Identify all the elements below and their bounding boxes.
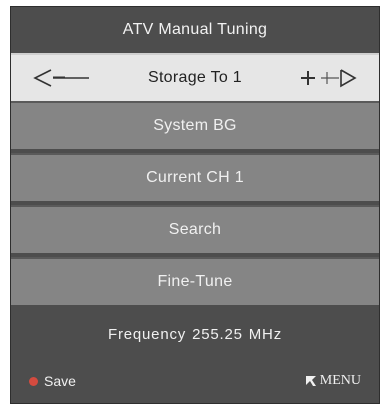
- menu-footer: Save MENU: [11, 363, 379, 399]
- frequency-value: 255.25: [192, 325, 243, 343]
- menu-item-label: Storage To 1: [147, 69, 243, 86]
- plus-arrow-right-icon[interactable]: [297, 67, 359, 89]
- red-dot-icon: [29, 376, 38, 386]
- menu-title: ATV Manual Tuning: [122, 21, 268, 38]
- menu-label: MENU: [319, 373, 361, 388]
- frequency-unit: MHz: [248, 325, 282, 343]
- frequency-label: Frequency: [108, 325, 187, 343]
- menu-button[interactable]: MENU: [305, 373, 361, 389]
- save-label: Save: [44, 373, 76, 389]
- menu-item-system[interactable]: System BG: [11, 101, 379, 149]
- menu-item-label: Search: [168, 221, 222, 238]
- menu-item-label: Current CH 1: [146, 169, 244, 186]
- menu-item-search[interactable]: Search: [11, 205, 379, 253]
- atv-manual-tuning-menu: ATV Manual Tuning Storage To 1 System BG…: [10, 6, 380, 404]
- menu-item-storage[interactable]: Storage To 1: [11, 53, 379, 101]
- menu-item-label: System BG: [153, 117, 237, 134]
- menu-item-current-ch[interactable]: Current CH 1: [11, 153, 379, 201]
- menu-item-label: Fine-Tune: [157, 273, 233, 290]
- menu-item-fine-tune[interactable]: Fine-Tune: [11, 257, 379, 305]
- menu-return-icon: [305, 376, 316, 386]
- frequency-readout: Frequency 255.25 MHz: [11, 311, 379, 357]
- minus-arrow-left-icon[interactable]: [31, 67, 93, 89]
- save-button[interactable]: Save: [29, 373, 76, 389]
